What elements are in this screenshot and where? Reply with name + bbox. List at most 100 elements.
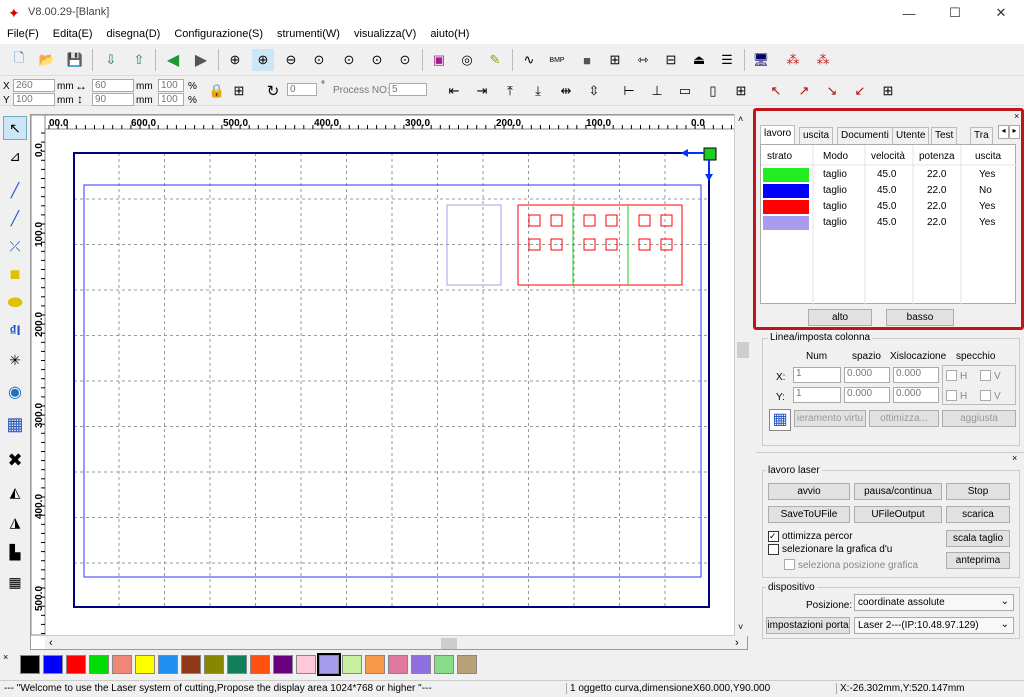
color-swatch[interactable] bbox=[89, 655, 109, 674]
fill-icon[interactable]: ■ bbox=[576, 49, 598, 71]
zoom-window-icon[interactable]: ⊕ bbox=[252, 49, 274, 71]
pen-icon[interactable]: ✎ bbox=[484, 49, 506, 71]
cut-square[interactable] bbox=[583, 214, 596, 227]
color-swatch[interactable] bbox=[388, 655, 408, 674]
move-bottom-right-icon[interactable]: ↘ bbox=[821, 80, 843, 102]
menu-draw[interactable]: disegna(D) bbox=[100, 26, 168, 44]
color-swatch[interactable] bbox=[135, 655, 155, 674]
color-swatch[interactable] bbox=[434, 655, 454, 674]
minimize-button[interactable]: — bbox=[886, 0, 932, 26]
color-swatch[interactable] bbox=[181, 655, 201, 674]
color-swatch[interactable] bbox=[158, 655, 178, 674]
scroll-up-icon[interactable]: ˄ bbox=[738, 114, 743, 124]
horizontal-scrollbar[interactable]: ‹ › bbox=[45, 635, 747, 649]
array-x-spacing-input[interactable]: 0.000 bbox=[844, 367, 890, 383]
array-x-offset-input[interactable]: 0.000 bbox=[893, 367, 939, 383]
scale-cut-button[interactable]: scala taglio bbox=[946, 530, 1010, 547]
tab-documenti[interactable]: Documenti bbox=[837, 127, 893, 144]
cut-square[interactable] bbox=[550, 214, 563, 227]
mirror-horizontal-icon[interactable]: ◭ bbox=[3, 480, 27, 504]
align-left-icon[interactable]: ⇤ bbox=[443, 80, 465, 102]
mirror-y-v-checkbox[interactable] bbox=[980, 390, 991, 401]
curve-icon[interactable]: ∿ bbox=[518, 49, 540, 71]
bitmap-tool-icon[interactable]: ◉ bbox=[3, 380, 27, 404]
anchor-grid-icon[interactable]: ⊞ bbox=[228, 80, 250, 102]
text-tool-icon[interactable]: ₫I bbox=[3, 318, 27, 342]
lock-ratio-icon[interactable]: 🔒 bbox=[206, 80, 228, 102]
process-number-input[interactable]: 5 bbox=[389, 83, 427, 96]
zoom-select-icon[interactable]: ⊙ bbox=[366, 49, 388, 71]
tab-test[interactable]: Test bbox=[931, 127, 958, 144]
mirror-y-h-checkbox[interactable] bbox=[946, 390, 957, 401]
menu-config[interactable]: Configurazione(S) bbox=[167, 26, 270, 44]
settings-grid-icon[interactable]: ⁂ bbox=[812, 49, 834, 71]
preview-button[interactable]: anteprima bbox=[946, 552, 1010, 569]
height-input[interactable]: 90 bbox=[92, 93, 134, 106]
same-height-icon[interactable]: ⊥ bbox=[646, 80, 668, 102]
node-edit-icon[interactable]: ◎ bbox=[456, 49, 478, 71]
layer-color-swatch[interactable] bbox=[763, 216, 809, 230]
start-button[interactable]: avvio bbox=[768, 483, 850, 500]
cut-square[interactable] bbox=[638, 214, 651, 227]
tab-lavoro[interactable]: lavoro bbox=[760, 125, 796, 144]
rotate-icon[interactable]: ↻ bbox=[262, 80, 284, 102]
array-copy-icon[interactable]: ▦ bbox=[3, 570, 27, 594]
select-position-checkbox[interactable] bbox=[784, 559, 795, 570]
array-x-num-input[interactable]: 1 bbox=[793, 367, 841, 383]
color-swatch[interactable] bbox=[317, 653, 341, 676]
panel-close-icon[interactable]: × bbox=[1014, 111, 1019, 121]
tab-tra[interactable]: Tra bbox=[970, 127, 993, 144]
frame-icon[interactable]: ▙ bbox=[3, 540, 27, 564]
canvas-svg[interactable]: 00.0 600.0 500.0 400.0 300.0 200.0 100.0… bbox=[31, 115, 748, 650]
scroll-down-icon[interactable]: ˅ bbox=[738, 622, 743, 632]
layer-color-swatch[interactable] bbox=[763, 200, 809, 214]
import-icon[interactable]: ⇩ bbox=[100, 49, 122, 71]
move-up-button[interactable]: alto bbox=[808, 309, 872, 326]
color-swatch[interactable] bbox=[43, 655, 63, 674]
cut-square[interactable] bbox=[605, 214, 618, 227]
menu-view[interactable]: visualizza(V) bbox=[347, 26, 423, 44]
scale-x-input[interactable]: 100 bbox=[158, 79, 184, 92]
menu-file[interactable]: File(F) bbox=[0, 26, 46, 44]
pause-button[interactable]: pausa/continua bbox=[854, 483, 942, 500]
list-icon[interactable]: ☰ bbox=[716, 49, 738, 71]
group-icon[interactable]: ⊞ bbox=[604, 49, 626, 71]
cut-square[interactable] bbox=[660, 214, 673, 227]
zoom-out-icon[interactable]: ⊖ bbox=[280, 49, 302, 71]
same-width-icon[interactable]: ⊢ bbox=[618, 80, 640, 102]
tab-scroll-left-icon[interactable]: ◂ bbox=[998, 125, 1009, 139]
monitor-icon[interactable]: 🖥 bbox=[750, 49, 772, 71]
curve-tool-icon[interactable]: ⤫ bbox=[3, 234, 27, 258]
rectangle-draw-icon[interactable]: ■ bbox=[3, 262, 27, 286]
move-bottom-left-icon[interactable]: ↙ bbox=[849, 80, 871, 102]
laser-head-icon[interactable]: ⏏ bbox=[688, 49, 710, 71]
drawing-canvas[interactable]: 00.0 600.0 500.0 400.0 300.0 200.0 100.0… bbox=[30, 114, 748, 650]
zoom-page-icon[interactable]: ⊙ bbox=[308, 49, 330, 71]
mirror-vertical-icon[interactable]: ◮ bbox=[3, 510, 27, 534]
color-swatch[interactable] bbox=[273, 655, 293, 674]
move-center-icon[interactable]: ⊞ bbox=[877, 80, 899, 102]
scale-y-input[interactable]: 100 bbox=[158, 93, 184, 106]
cut-square[interactable] bbox=[528, 214, 541, 227]
zoom-fit-icon[interactable]: ⊙ bbox=[338, 49, 360, 71]
color-swatch[interactable] bbox=[342, 655, 362, 674]
align-top-icon[interactable]: ⤒ bbox=[499, 80, 521, 102]
new-file-icon[interactable]: 🗋 bbox=[8, 49, 30, 71]
move-top-left-icon[interactable]: ↖ bbox=[765, 80, 787, 102]
redo-icon[interactable]: ▶ bbox=[190, 49, 212, 71]
ufile-output-button[interactable]: UFileOutput bbox=[854, 506, 942, 523]
move-down-button[interactable]: basso bbox=[886, 309, 954, 326]
network-icon[interactable]: ⁂ bbox=[782, 49, 804, 71]
tab-scroll-right-icon[interactable]: ▸ bbox=[1009, 125, 1020, 139]
color-swatch[interactable] bbox=[112, 655, 132, 674]
undo-icon[interactable]: ◀ bbox=[162, 49, 184, 71]
x-position-input[interactable]: 260 bbox=[13, 79, 55, 92]
same-size-icon[interactable]: ▭ bbox=[674, 80, 696, 102]
rectangle-tool-icon[interactable]: ▣ bbox=[428, 49, 450, 71]
center-horizontal-icon[interactable]: ⇹ bbox=[555, 80, 577, 102]
close-button[interactable]: ✕ bbox=[978, 0, 1024, 26]
mirror-x-h-checkbox[interactable] bbox=[946, 370, 957, 381]
select-arrow-icon[interactable]: ↖ bbox=[3, 116, 27, 140]
virtual-array-button[interactable]: ieramento virtu bbox=[794, 410, 866, 427]
menu-tools[interactable]: strumenti(W) bbox=[270, 26, 347, 44]
